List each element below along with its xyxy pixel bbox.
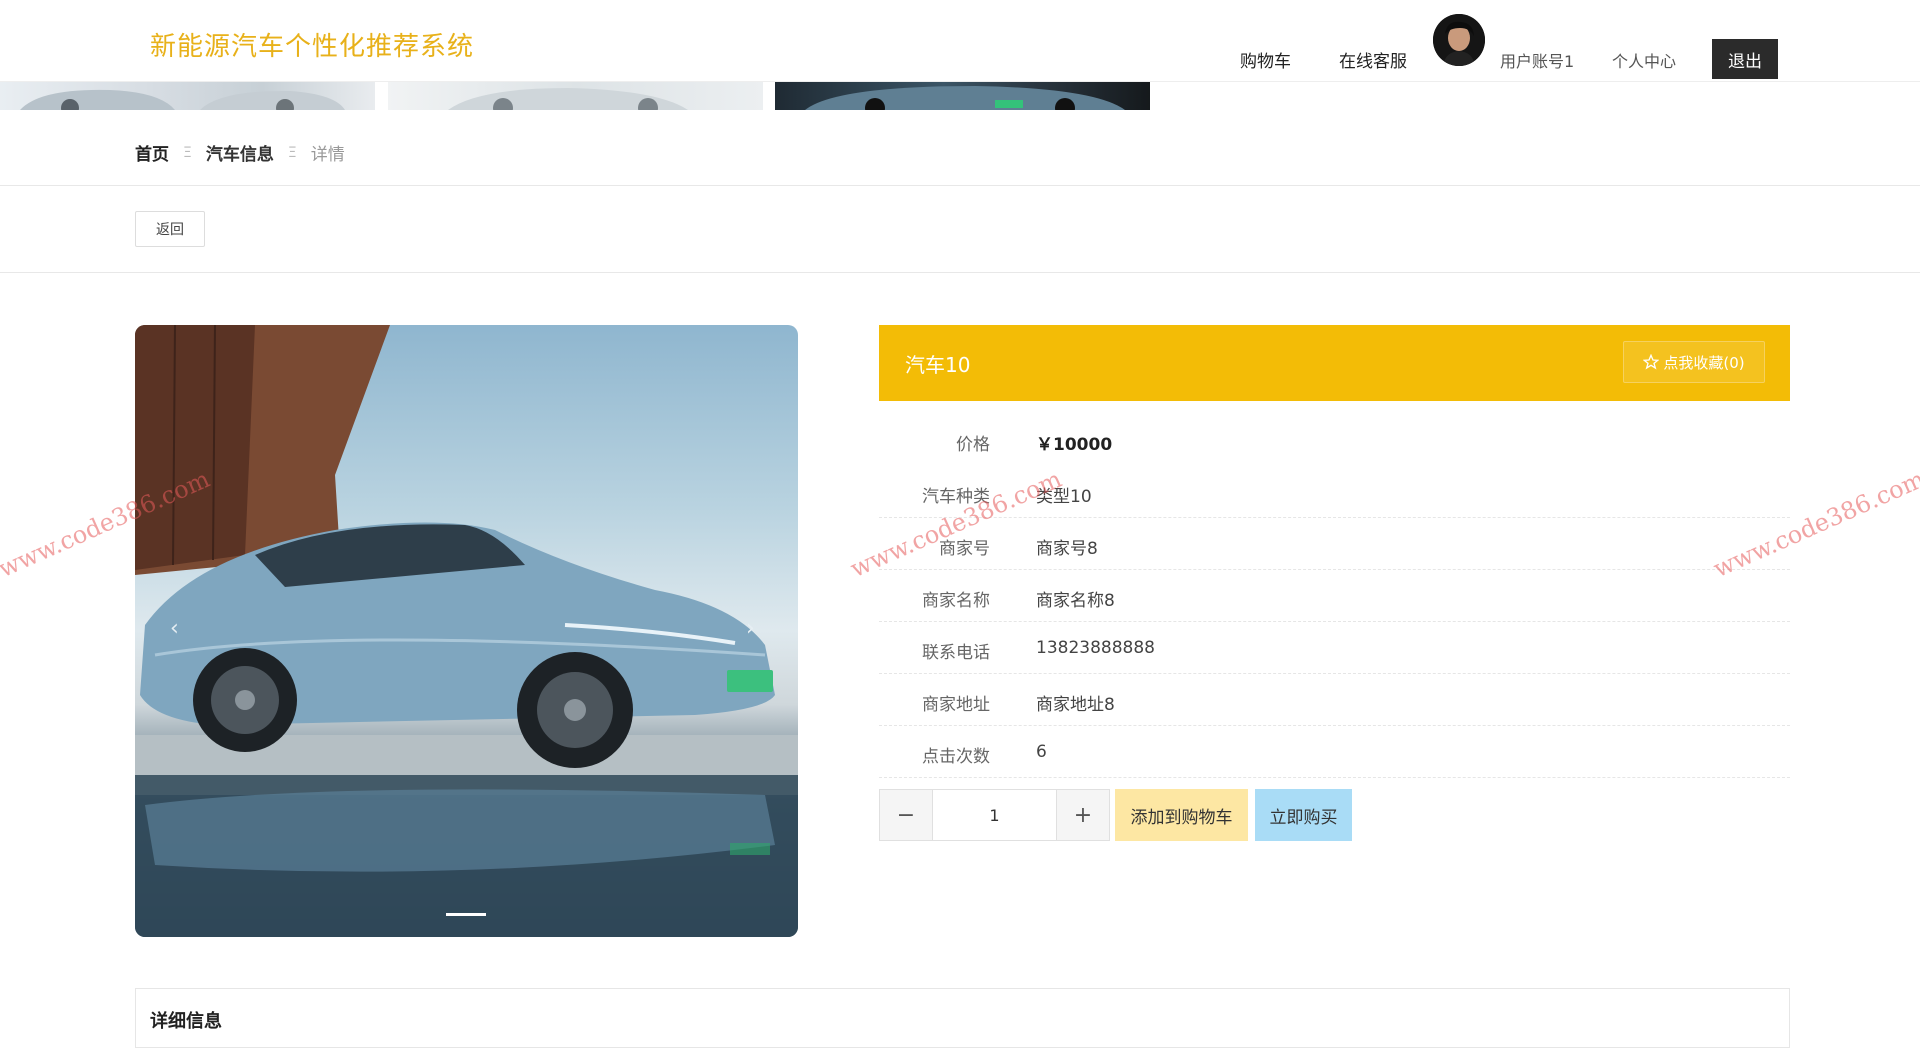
info-label: 商家号 <box>939 539 990 559</box>
info-row-phone: 联系电话 13823888888 <box>879 622 1790 674</box>
product-image-carousel[interactable] <box>135 325 798 937</box>
divider <box>0 272 1920 273</box>
info-row-merchant-id: 商家号 商家号8 <box>879 518 1790 570</box>
site-header: 新能源汽车个性化推荐系统 购物车 在线客服 用户账号1 个人中心 退出 <box>0 0 1920 82</box>
info-row-clicks: 点击次数 6 <box>879 726 1790 778</box>
nav-service-link[interactable]: 在线客服 <box>1339 47 1407 72</box>
buy-now-button[interactable]: 立即购买 <box>1255 789 1352 841</box>
banner-thumbnail[interactable] <box>0 82 375 110</box>
banner-thumbnail[interactable] <box>775 82 1150 110</box>
nav-personal-center[interactable]: 个人中心 <box>1612 48 1676 72</box>
info-value: 商家号8 <box>1036 539 1098 559</box>
info-row-type: 汽车种类 类型10 <box>879 466 1790 518</box>
info-label: 商家名称 <box>922 591 990 611</box>
info-value: 13823888888 <box>1036 638 1155 658</box>
breadcrumb-category[interactable]: 汽车信息 <box>206 140 274 165</box>
product-title-bar: 汽车10 点我收藏(0) <box>879 325 1790 401</box>
price-value: ￥10000 <box>1036 435 1113 455</box>
info-label: 价格 <box>956 435 990 455</box>
quantity-stepper: − + <box>879 789 1110 841</box>
star-icon <box>1643 354 1660 370</box>
car-photo <box>135 325 798 937</box>
favorite-button[interactable]: 点我收藏(0) <box>1623 341 1765 383</box>
avatar-icon <box>1433 14 1485 66</box>
nav-user-account[interactable]: 用户账号1 <box>1500 48 1574 72</box>
info-row-address: 商家地址 商家地址8 <box>879 674 1790 726</box>
detail-section: 详细信息 <box>135 988 1790 1048</box>
breadcrumb-separator: Ξ <box>183 144 192 161</box>
banner-thumbnails <box>0 82 1160 110</box>
back-button[interactable]: 返回 <box>135 211 205 247</box>
breadcrumb-separator: Ξ <box>287 144 297 161</box>
info-value: 类型10 <box>1036 487 1092 507</box>
product-name: 汽车10 <box>905 352 971 377</box>
breadcrumb-home[interactable]: 首页 <box>135 140 169 165</box>
quantity-input[interactable] <box>932 790 1057 840</box>
quantity-minus-button[interactable]: − <box>880 790 932 840</box>
info-label: 汽车种类 <box>922 487 990 507</box>
carousel-prev-icon[interactable]: ‹ <box>170 616 179 641</box>
divider <box>0 185 1920 186</box>
detail-title: 详细信息 <box>150 1011 222 1032</box>
info-row-merchant-name: 商家名称 商家名称8 <box>879 570 1790 622</box>
nav-cart-link[interactable]: 购物车 <box>1240 47 1291 72</box>
info-label: 联系电话 <box>922 643 990 663</box>
breadcrumb: 首页 Ξ 汽车信息 Ξ 详情 <box>135 140 345 166</box>
info-row-price: 价格 ￥10000 <box>879 414 1790 466</box>
avatar[interactable] <box>1433 14 1485 66</box>
info-label: 商家地址 <box>922 695 990 715</box>
add-to-cart-button[interactable]: 添加到购物车 <box>1115 789 1248 841</box>
banner-thumbnail[interactable] <box>388 82 763 110</box>
logout-button[interactable]: 退出 <box>1712 39 1778 79</box>
quantity-plus-button[interactable]: + <box>1057 790 1109 840</box>
site-title[interactable]: 新能源汽车个性化推荐系统 <box>150 26 474 63</box>
info-value: 6 <box>1036 742 1047 762</box>
carousel-next-icon[interactable]: › <box>746 616 755 641</box>
carousel-indicator[interactable] <box>446 913 486 916</box>
info-value: 商家名称8 <box>1036 591 1115 611</box>
breadcrumb-current: 详情 <box>310 145 345 165</box>
favorite-label: 点我收藏(0) <box>1663 353 1745 372</box>
info-value: 商家地址8 <box>1036 695 1115 715</box>
info-label: 点击次数 <box>922 747 990 767</box>
